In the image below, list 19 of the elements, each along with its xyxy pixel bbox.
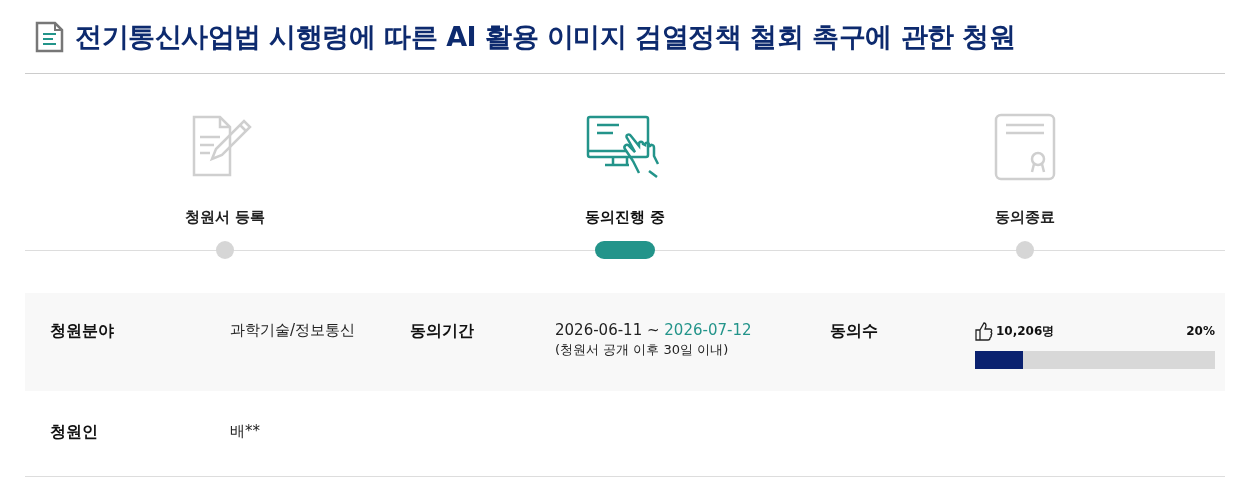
petition-title: 전기통신사업법 시행령에 따른 AI 활용 이미지 검열정책 철회 촉구에 관한 청원 (75, 19, 1016, 54)
consent-count: 10,206명 (996, 322, 1055, 340)
document-icon (35, 20, 65, 53)
field-label: 청원분야 (50, 321, 115, 342)
field-label: 청원인 (50, 422, 99, 443)
certificate-icon (994, 113, 1056, 181)
step-label: 청원서 등록 (184, 208, 266, 228)
start-date: 2026-06-11 (555, 321, 643, 339)
field-label: 동의기간 (410, 321, 475, 342)
field-value: 배** (230, 422, 261, 442)
date-separator: ~ (646, 321, 660, 339)
thumbs-up-icon (975, 321, 993, 341)
field-label: 동의수 (830, 321, 879, 342)
consent-percent: 20% (1186, 324, 1215, 338)
period-note: (청원서 공개 이후 30일 이내) (555, 341, 730, 359)
step-label: 동의진행 중 (584, 208, 666, 228)
end-date: 2026-07-12 (664, 321, 752, 339)
field-value: 과학기술/정보통신 (230, 321, 357, 341)
step-label: 동의종료 (995, 208, 1055, 228)
